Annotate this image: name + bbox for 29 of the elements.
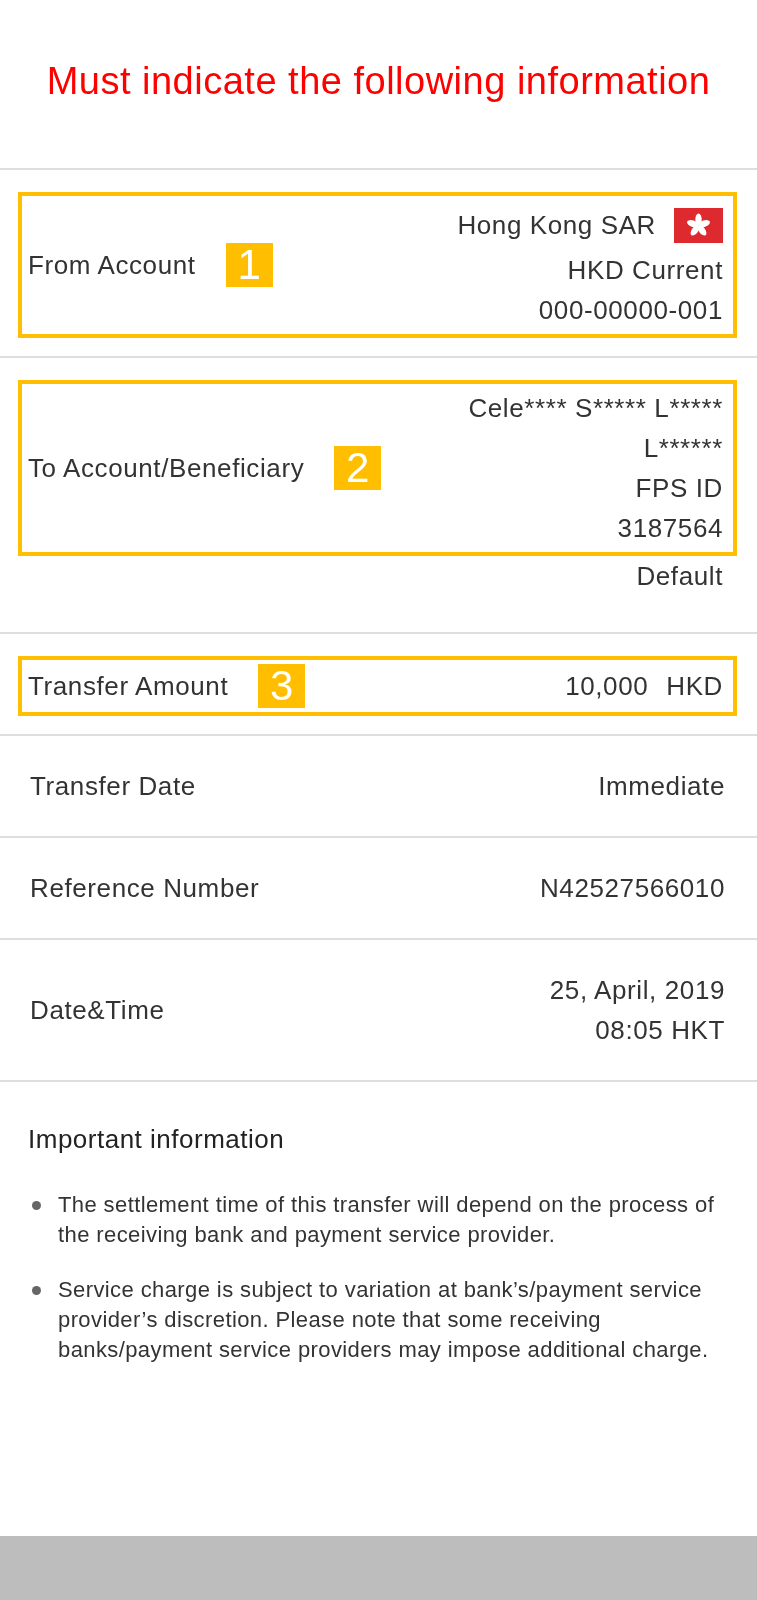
currency-label: HKD [666, 670, 723, 703]
page-title: Must indicate the following information [45, 59, 712, 104]
field-value: Default [636, 560, 723, 593]
info-paragraph: The settlement time of this transfer will depend on the process of the receiving bank and payment service provider. [58, 1191, 716, 1249]
field-value: L****** [643, 432, 723, 465]
field-value: 25, April, 2019 [549, 974, 725, 1007]
section-heading: Important information [28, 1123, 286, 1156]
bullet-icon [32, 1286, 41, 1295]
field-value: 08:05 HKT [595, 1014, 725, 1047]
field-value: N42527566010 [539, 872, 725, 905]
field-label: Transfer Amount [28, 670, 229, 703]
field-label: Transfer Date [30, 770, 196, 803]
bullet-icon [32, 1201, 41, 1210]
field-value: FPS ID [635, 472, 723, 505]
step-number: 2 [334, 446, 382, 490]
field-value: Cele**** S***** L***** [468, 392, 723, 425]
field-value: 000-00000-001 [538, 294, 723, 327]
step-number: 3 [258, 664, 306, 708]
field-value: 3187564 [617, 512, 723, 545]
field-label: From Account [28, 249, 196, 282]
field-value: Immediate [598, 770, 725, 803]
info-paragraph: Service charge is subject to variation at bank’s/payment service provider’s discretion. Please note that some receiving banks/payment service providers may impose additional charge. [58, 1276, 710, 1364]
field-label: Reference Number [30, 872, 260, 905]
step-number: 1 [225, 243, 273, 287]
field-value: 10,000 [565, 670, 649, 703]
field-label: To Account/Beneficiary [28, 452, 305, 485]
field-label: Date&Time [30, 994, 165, 1027]
field-value: HKD Current [567, 254, 723, 287]
field-value: Hong Kong SAR [457, 209, 656, 242]
